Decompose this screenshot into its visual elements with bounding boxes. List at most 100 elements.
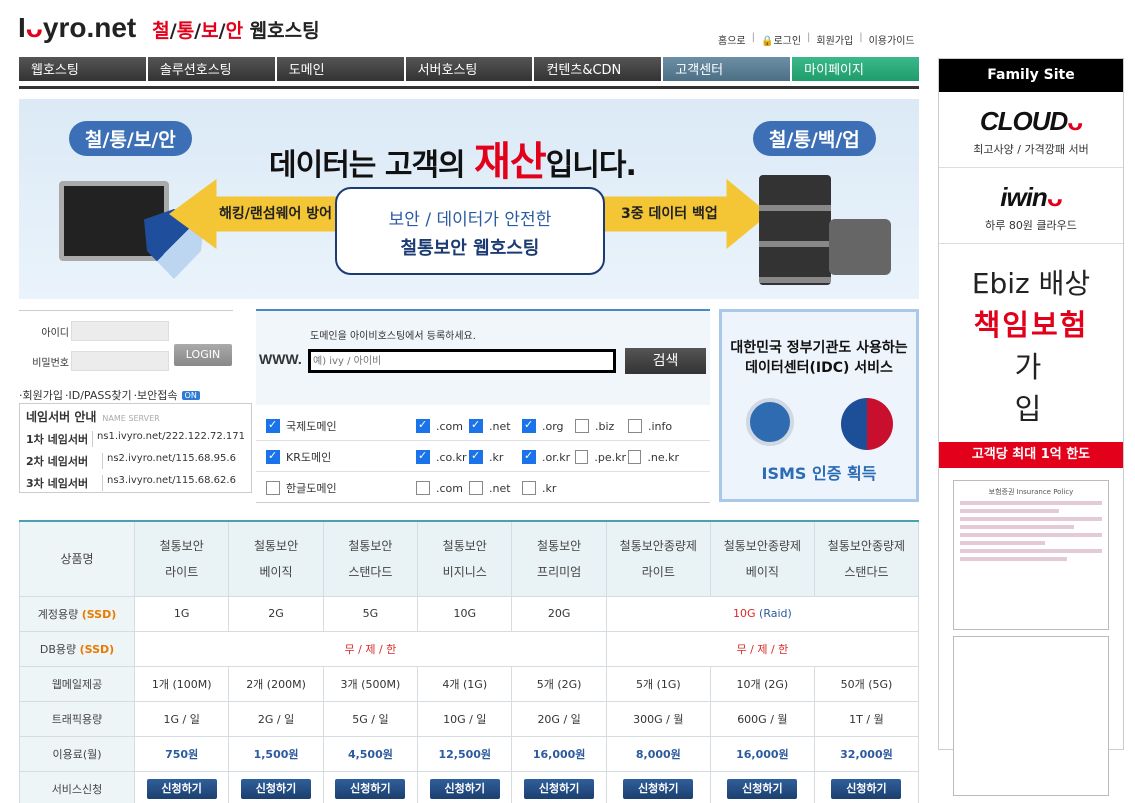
login-panel: 아이디 비밀번호 LOGIN — [19, 310, 233, 371]
nameserver-box: 네임서버 안내 NAME SERVER 1차 네임서버 ns1.ivyro.net/… — [19, 403, 252, 493]
nameserver-title: 네임서버 안내 NAME SERVER — [26, 410, 160, 424]
apply-button[interactable]: 신청하기 — [623, 778, 694, 799]
www-prefix: WWW. — [259, 351, 302, 367]
nav-customer-center[interactable]: 고객센터 — [663, 57, 791, 81]
family-site-title: Family Site — [939, 59, 1123, 92]
family-cloud-link[interactable]: CLOUDᴗ 최고사양 / 가격깡패 서버 — [939, 92, 1123, 168]
apply-button[interactable]: 신청하기 — [429, 778, 500, 799]
tld-row-hangul: 한글도메인 .com .net .kr — [266, 477, 575, 499]
checkbox[interactable] — [522, 449, 536, 464]
apply-button[interactable]: 신청하기 — [146, 778, 217, 799]
nav-webhosting[interactable]: 웹호스팅 — [19, 57, 146, 81]
product-name: 철통보안 프리미엄 — [511, 520, 607, 597]
checkbox[interactable] — [628, 419, 642, 433]
domain-search-input[interactable] — [308, 349, 616, 373]
product-name: 철통보안종량제 스탠다드 — [813, 520, 920, 597]
nameserver-row: 2차 네임서버 ns2.ivyro.net/115.68.95.6 — [26, 453, 236, 469]
domain-hint: 도메인을 아이비호스팅에서 등록하세요. — [310, 331, 476, 342]
login-link[interactable]: 🔒로그인 — [761, 32, 801, 47]
nameserver-row: 3차 네임서버 ns3.ivyro.net/115.68.62.6 — [26, 475, 236, 491]
home-link[interactable]: 홈으로 — [718, 32, 746, 47]
apply-button[interactable]: 신청하기 — [335, 778, 406, 799]
signup-link[interactable]: 회원가입 — [816, 32, 853, 47]
insurance-document-image — [953, 636, 1109, 796]
hero-banner[interactable]: 철/통/보/안 철/통/백/업 데이터는 고객의 재산입니다. 해킹/랜섬웨어 … — [19, 99, 919, 299]
banner-title: 데이터는 고객의 재산입니다. — [269, 139, 637, 185]
pw-label: 비밀번호 — [32, 357, 69, 369]
lock-icon: 🔒 — [760, 36, 774, 47]
apply-button[interactable]: 신청하기 — [241, 778, 312, 799]
table-row: 트래픽용량 1G / 일 2G / 일 5G / 일 10G / 일 20G / 일3… — [19, 700, 920, 737]
checkbox[interactable] — [522, 481, 536, 495]
family-site-sidebar: Family Site CLOUDᴗ 최고사양 / 가격깡패 서버 iwinᴗ … — [938, 58, 1124, 796]
insurance-policy-image: 보험증권 Insurance Policy — [953, 480, 1109, 630]
logo-wordmark: Iᴗyro.net — [18, 12, 137, 43]
padlock-icon — [829, 219, 891, 275]
arrow-right: 3중 데이터 백업 — [599, 179, 769, 249]
domain-search-panel: 도메인을 아이비호스팅에서 등록하세요. WWW. 검색 — [256, 309, 710, 405]
checkbox[interactable] — [266, 418, 280, 433]
checkbox[interactable] — [575, 450, 589, 464]
login-links: ·회원가입 ·ID/PASS찾기 ·보안접속 ON — [19, 387, 200, 403]
id-label: 아이디 — [41, 327, 69, 339]
domain-search-button[interactable]: 검색 — [625, 348, 706, 374]
nameserver-row: 1차 네임서버 ns1.ivyro.net/222.122.72.171 — [26, 431, 245, 447]
apply-button[interactable]: 신청하기 — [727, 778, 798, 799]
server-icon — [759, 175, 831, 285]
checkbox[interactable] — [469, 481, 483, 495]
apply-button[interactable]: 신청하기 — [524, 778, 595, 799]
table-row: 이용료(월) 750원 1,500원 4,500원 12,500원 16,000원 8,… — [19, 735, 920, 772]
nav-domain[interactable]: 도메인 — [276, 57, 404, 81]
apply-button[interactable]: 신청하기 — [831, 778, 902, 799]
checkbox[interactable] — [266, 449, 280, 464]
isms-caption: ISMS 인증 획득 — [761, 464, 877, 483]
government-emblem-icon — [840, 398, 893, 450]
tld-options: 국제도메인 .com .net .org .biz .info KR도메인 .c… — [256, 407, 710, 503]
banner-pill-security: 철/통/보/안 — [69, 121, 192, 156]
checkbox[interactable] — [469, 449, 483, 464]
table-row: 서비스신청 신청하기 신청하기 신청하기 신청하기 신청하기 신청하기 신청하기… — [19, 770, 920, 803]
checkbox[interactable] — [416, 449, 430, 464]
secure-on-badge[interactable]: ON — [181, 390, 200, 400]
password-input[interactable] — [71, 351, 169, 371]
cloud-logo: CLOUDᴗ — [979, 106, 1083, 136]
checkbox[interactable] — [416, 418, 430, 433]
tld-row-kr: KR도메인 .co.kr .kr .or.kr .pe.kr .ne.kr — [266, 446, 681, 468]
table-row: 계정용량 (SSD) 1G 2G 5G 10G 20G 10G (Raid) — [19, 595, 920, 632]
banner-pill-backup: 철/통/백/업 — [753, 121, 876, 156]
table-row: 웹메일제공 1개 (100M) 2개 (200M) 3개 (500M) 4개 (1G)… — [19, 665, 920, 702]
secure-login-link[interactable]: ·보안접속 — [134, 387, 178, 403]
isms-banner[interactable]: 대한민국 정부기관도 사용하는 데이터센터(IDC) 서비스 ISMS 인증 획득 — [719, 309, 919, 502]
find-idpass-link[interactable]: ·ID/PASS찾기 — [65, 387, 132, 403]
product-name: 철통보안 스탠다드 — [322, 520, 419, 597]
logo-tagline: 철/통/보/안 웹호스팅 — [152, 20, 320, 42]
nav-divider — [19, 86, 919, 89]
nav-server-hosting[interactable]: 서버호스팅 — [405, 57, 533, 81]
nav-mypage[interactable]: 마이페이지 — [792, 57, 920, 81]
guide-link[interactable]: 이용가이드 — [869, 32, 915, 47]
family-iwin-link[interactable]: iwinᴗ 하루 80원 클라우드 — [939, 168, 1123, 244]
table-row: DB용량 (SSD) 무 / 제 / 한 무 / 제 / 한 — [19, 630, 920, 667]
checkbox[interactable] — [522, 418, 536, 433]
checkbox[interactable] — [266, 481, 280, 495]
checkbox[interactable] — [469, 418, 483, 433]
main-nav: 웹호스팅 솔루션호스팅 도메인 서버호스팅 컨텐츠&CDN 고객센터 마이페이지 — [19, 57, 920, 81]
signup-link-small[interactable]: ·회원가입 — [19, 387, 63, 403]
banner-message-box: 보안 / 데이터가 안전한 철통보안 웹호스팅 — [335, 187, 605, 275]
checkbox[interactable] — [575, 419, 589, 433]
tld-row-intl: 국제도메인 .com .net .org .biz .info — [266, 415, 681, 437]
nav-contents-cdn[interactable]: 컨텐츠&CDN — [534, 57, 662, 81]
login-button[interactable]: LOGIN — [174, 344, 232, 366]
product-name: 철통보안종량제 라이트 — [605, 520, 711, 597]
nav-solution-hosting[interactable]: 솔루션호스팅 — [147, 57, 275, 81]
isms-seal-icon — [745, 398, 794, 446]
product-name: 철통보안종량제 베이직 — [709, 520, 815, 597]
product-table: 상품명 철통보안 라이트 철통보안 베이직 철통보안 스탠다드 철통보안 비지니스 철통… — [19, 520, 920, 803]
id-input[interactable] — [71, 321, 169, 341]
checkbox[interactable] — [628, 450, 642, 464]
checkbox[interactable] — [416, 481, 430, 495]
product-name: 철통보안 베이직 — [228, 520, 324, 597]
ebiz-insurance-banner[interactable]: Ebiz 배상 책임보험 가입 고객당 최대 1억 한도 보험증권 Insura… — [939, 244, 1123, 796]
site-logo[interactable]: Iᴗyro.net 철/통/보/안 웹호스팅 — [18, 12, 320, 44]
iwin-logo: iwinᴗ — [1000, 182, 1062, 212]
